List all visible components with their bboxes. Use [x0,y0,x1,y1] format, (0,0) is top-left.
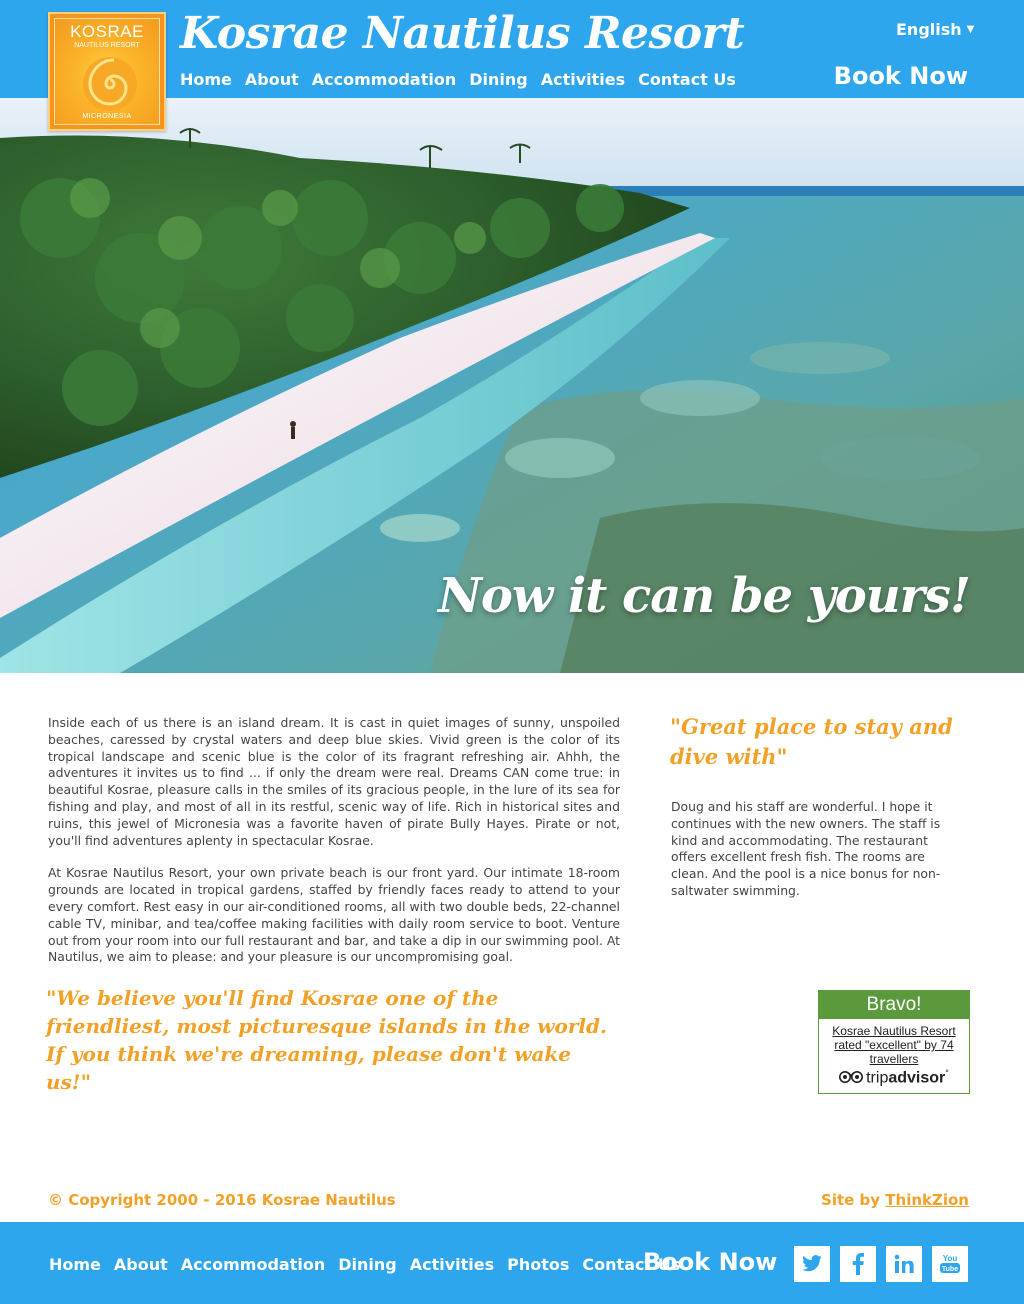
nav-accommodation[interactable]: Accommodation [312,70,456,89]
tripadvisor-heading: Bravo! [819,991,969,1019]
tripadvisor-logo[interactable]: tripadvisor° [819,1068,969,1087]
footer-book-now-button[interactable]: Book Now [643,1248,777,1276]
footer-nav-dining[interactable]: Dining [338,1255,396,1274]
language-label: English [896,20,962,39]
svg-text:Tube: Tube [942,1266,958,1273]
footer-nav-home[interactable]: Home [49,1255,101,1274]
site-logo[interactable]: KOSRAE NAUTILUS RESORT MICRONESIA [48,12,166,131]
main-nav: Home About Accommodation Dining Activiti… [180,70,736,89]
nav-about[interactable]: About [245,70,299,89]
intro-content: Inside each of us there is an island dre… [48,715,620,982]
intro-paragraph-1: Inside each of us there is an island dre… [48,715,620,848]
caret-down-icon: ▼ [966,24,975,35]
social-links: You Tube [794,1246,968,1282]
footer-nav-photos[interactable]: Photos [507,1255,569,1274]
nav-dining[interactable]: Dining [469,70,527,89]
footer-nav: Home About Accommodation Dining Activiti… [49,1255,680,1274]
facebook-icon[interactable] [840,1246,876,1282]
language-selector[interactable]: English ▼ [896,20,974,39]
intro-paragraph-2: At Kosrae Nautilus Resort, your own priv… [48,865,620,965]
twitter-icon[interactable] [794,1246,830,1282]
copyright-text: © Copyright 2000 - 2016 Kosrae Nautilus [48,1191,396,1209]
nav-activities[interactable]: Activities [541,70,625,89]
resort-quote: "We believe you'll find Kosrae one of th… [46,986,607,1094]
svg-text:You: You [943,1254,958,1263]
nav-home[interactable]: Home [180,70,232,89]
tripadvisor-widget: Bravo! Kosrae Nautilus Resort rated "exc… [818,990,970,1094]
review-text: Doug and his staff are wonderful. I hope… [671,799,941,898]
site-header: KOSRAE NAUTILUS RESORT MICRONESIA Kosrae… [0,0,1024,131]
linkedin-icon[interactable] [886,1246,922,1282]
review-title: "Great place to stay and dive with" [670,714,953,769]
nautilus-shell-icon [83,57,137,111]
thinkzion-link[interactable]: ThinkZion [885,1191,969,1209]
book-now-button[interactable]: Book Now [834,62,968,90]
tripadvisor-brand: tripadvisor° [866,1067,949,1086]
site-credit-label: Site by [821,1191,881,1209]
hero-caption: Now it can be yours! [438,568,971,624]
nav-contact-us[interactable]: Contact Us [638,70,736,89]
logo-line2: NAUTILUS RESORT [74,42,140,49]
footer-nav-about[interactable]: About [114,1255,168,1274]
site-title[interactable]: Kosrae Nautilus Resort [180,8,745,59]
logo-line3: MICRONESIA [82,113,132,120]
site-credit: Site by ThinkZion [821,1191,969,1209]
logo-badge: KOSRAE NAUTILUS RESORT MICRONESIA [54,18,160,125]
tripadvisor-owl-icon [839,1071,864,1084]
hero-banner: Now it can be yours! [0,98,1024,673]
footer-nav-accommodation[interactable]: Accommodation [181,1255,325,1274]
site-footer: Home About Accommodation Dining Activiti… [0,1222,1024,1304]
logo-line1: KOSRAE [70,22,144,41]
footer-nav-activities[interactable]: Activities [410,1255,494,1274]
youtube-icon[interactable]: You Tube [932,1246,968,1282]
tripadvisor-rating-link[interactable]: Kosrae Nautilus Resort rated "excellent"… [825,1024,963,1066]
